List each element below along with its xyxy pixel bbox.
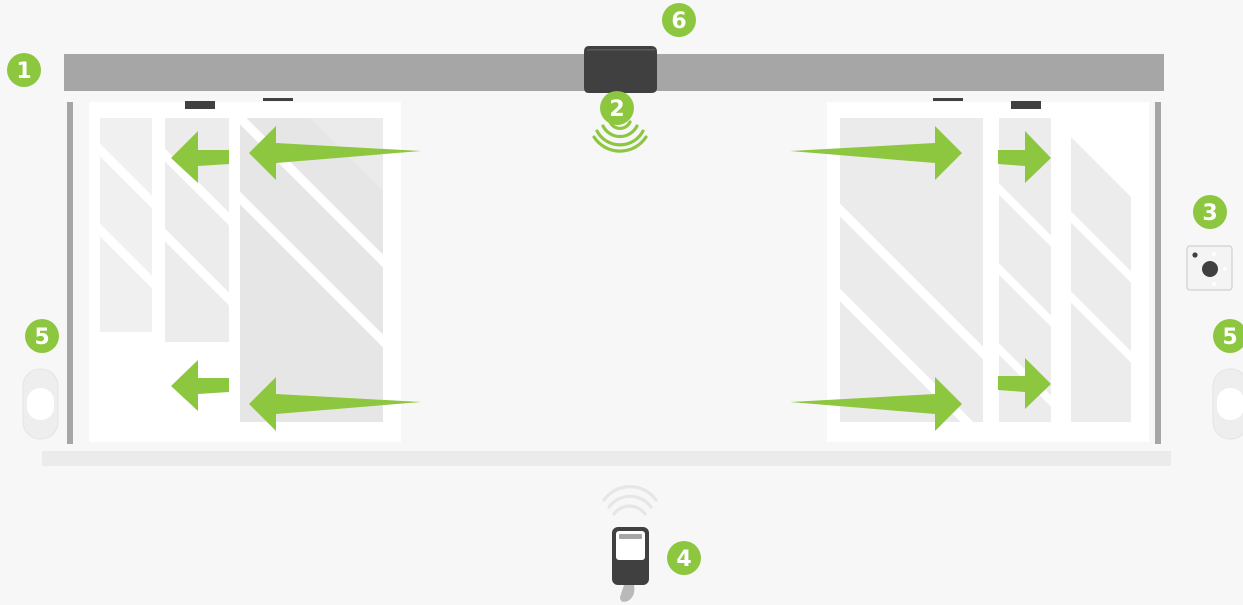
svg-text:4: 4 xyxy=(676,547,691,572)
roller-carriage xyxy=(933,98,963,101)
marker-5-left: 5 xyxy=(25,319,59,353)
remote-control-icon xyxy=(602,485,658,602)
marker-6: 6 xyxy=(662,3,696,37)
svg-text:1: 1 xyxy=(16,59,31,84)
svg-text:3: 3 xyxy=(1202,201,1217,226)
photocell-icon xyxy=(1212,368,1243,440)
sliding-door-diagram: 1 2 3 4 5 5 6 xyxy=(7,3,1243,602)
svg-text:5: 5 xyxy=(34,325,49,350)
marker-5-right: 5 xyxy=(1213,319,1243,353)
floor-sill xyxy=(42,451,1171,466)
roller-carriage xyxy=(263,98,293,101)
svg-text:6: 6 xyxy=(671,9,686,34)
roller-carriage xyxy=(1011,101,1041,109)
drive-unit-icon xyxy=(584,46,657,93)
push-button-icon xyxy=(1186,245,1233,291)
marker-1: 1 xyxy=(7,53,41,87)
frame-post-right xyxy=(1155,102,1161,444)
svg-text:5: 5 xyxy=(1222,325,1237,350)
marker-2: 2 xyxy=(600,91,634,125)
marker-3: 3 xyxy=(1193,195,1227,229)
roller-carriage xyxy=(185,101,215,109)
frame-post-left xyxy=(67,102,73,444)
svg-text:2: 2 xyxy=(609,97,624,122)
wireless-signal-icon xyxy=(592,120,648,153)
marker-4: 4 xyxy=(667,541,701,575)
photocell-icon xyxy=(22,368,59,440)
